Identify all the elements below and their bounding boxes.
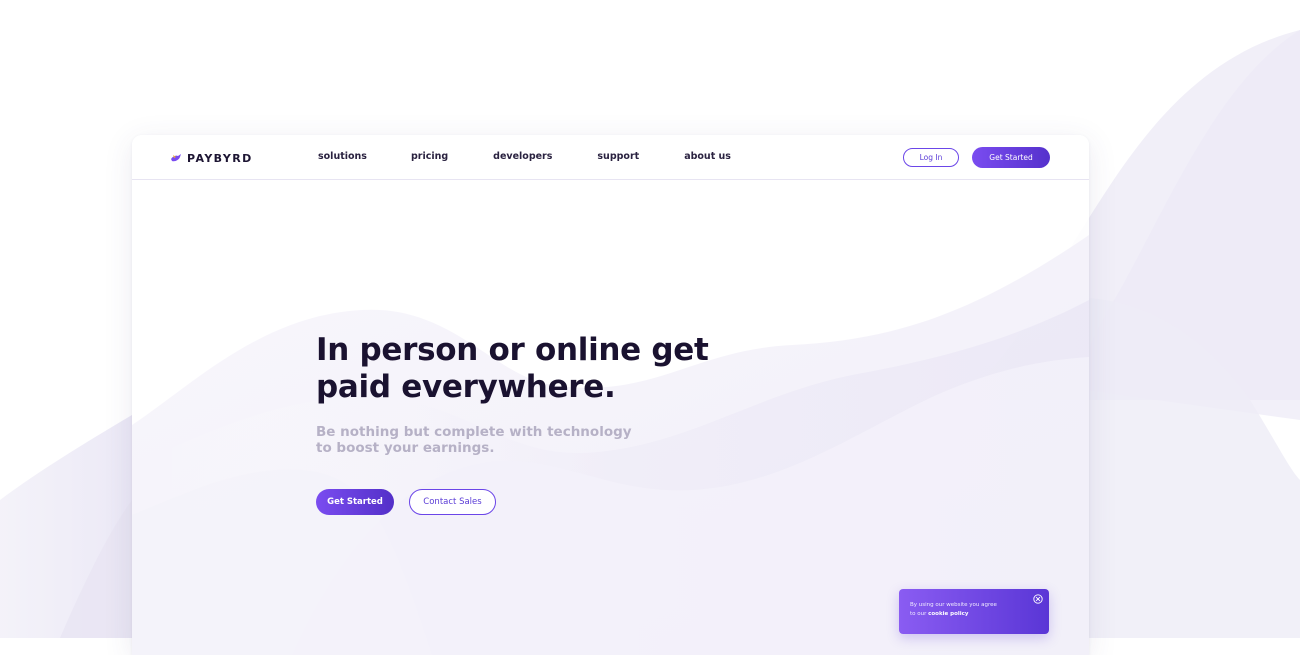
nav-link-pricing[interactable]: pricing [411, 151, 448, 162]
hero-buttons: Get Started Contact Sales [316, 489, 836, 515]
hero-subtitle-line-1: Be nothing but complete with technology [316, 424, 632, 440]
hero-get-started-button[interactable]: Get Started [316, 489, 394, 515]
website-preview-frame: PAYBYRD solutions pricing developers sup… [132, 135, 1089, 655]
cookie-text: By using our website you agree to our co… [910, 601, 1030, 619]
hero-subtitle-line-2: to boost your earnings. [316, 440, 495, 456]
brand-name: PAYBYRD [187, 151, 253, 165]
contact-sales-button[interactable]: Contact Sales [409, 489, 496, 515]
nav-actions: Log In Get Started [903, 147, 1050, 168]
cookie-policy-link[interactable]: cookie policy [928, 611, 968, 617]
cookie-text-line-1: By using our website you agree [910, 602, 997, 608]
hero-subtitle: Be nothing but complete with technology … [316, 424, 686, 456]
bird-icon [171, 154, 181, 162]
cookie-text-prefix: to our [910, 611, 927, 617]
nav-links: solutions pricing developers support abo… [318, 151, 731, 162]
close-circle-icon[interactable] [1033, 594, 1043, 604]
cookie-banner: By using our website you agree to our co… [899, 589, 1049, 634]
nav-link-support[interactable]: support [597, 151, 639, 162]
nav-get-started-button[interactable]: Get Started [972, 147, 1050, 168]
login-button[interactable]: Log In [903, 148, 959, 167]
brand-logo[interactable]: PAYBYRD [170, 150, 253, 166]
nav-link-about-us[interactable]: about us [684, 151, 731, 162]
hero-title: In person or online get paid everywhere. [316, 332, 836, 406]
nav-link-developers[interactable]: developers [493, 151, 552, 162]
nav-link-solutions[interactable]: solutions [318, 151, 367, 162]
hero-title-line-2: paid everywhere. [316, 369, 616, 405]
hero-title-line-1: In person or online get [316, 332, 709, 368]
top-navigation-bar: PAYBYRD solutions pricing developers sup… [132, 135, 1089, 180]
hero-section: In person or online get paid everywhere.… [316, 332, 836, 515]
